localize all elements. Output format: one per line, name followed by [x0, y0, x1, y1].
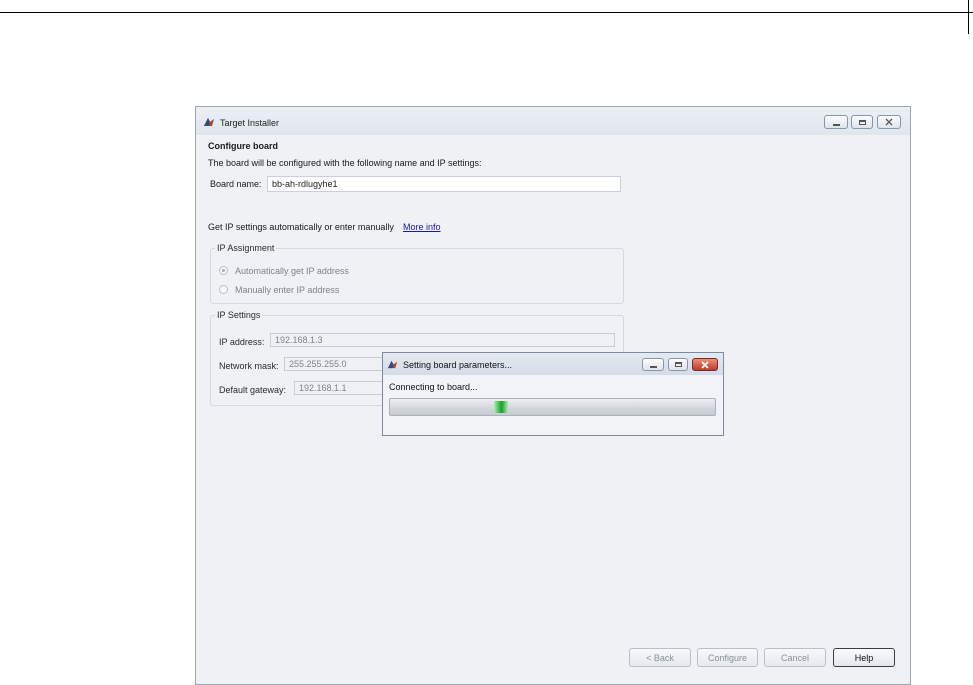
progress-bar: [389, 398, 716, 416]
close-icon: [701, 360, 709, 369]
dialog-maximize-button[interactable]: [668, 358, 688, 371]
auto-ip-label: Automatically get IP address: [235, 266, 349, 276]
more-info-link[interactable]: More info: [403, 222, 441, 232]
ip-settings-prompt: Get IP settings automatically or enter m…: [208, 222, 394, 232]
dialog-body: Connecting to board...: [383, 375, 723, 435]
matlab-logo-icon: [204, 118, 214, 126]
ip-address-label: IP address:: [219, 337, 265, 347]
page-description: The board will be configured with the fo…: [208, 158, 482, 168]
dialog-title: Setting board parameters...: [403, 360, 513, 370]
board-name-label: Board name:: [210, 179, 262, 189]
dialog-titlebar[interactable]: Setting board parameters...: [383, 353, 723, 375]
maximize-icon: [858, 119, 866, 125]
progress-marquee-chunk: [494, 401, 508, 413]
help-button[interactable]: Help: [833, 648, 895, 667]
manual-ip-label: Manually enter IP address: [235, 285, 340, 295]
close-icon: [885, 118, 893, 126]
window-title: Target Installer: [220, 118, 280, 128]
setting-board-parameters-dialog: Setting board parameters... Connecting t…: [382, 352, 724, 436]
auto-ip-radio[interactable]: [219, 266, 228, 275]
default-gateway-label: Default gateway:: [219, 385, 287, 395]
maximize-button[interactable]: [851, 115, 873, 129]
connecting-message: Connecting to board...: [389, 382, 478, 392]
window-titlebar[interactable]: Target Installer: [196, 107, 910, 135]
cancel-button[interactable]: Cancel: [764, 648, 826, 667]
page-heading: Configure board: [208, 141, 278, 151]
dialog-close-button[interactable]: [692, 358, 718, 371]
manual-ip-radio[interactable]: [219, 285, 228, 294]
ip-assignment-group: IP Assignment Automatically get IP addre…: [210, 243, 624, 304]
ip-settings-title: IP Settings: [215, 310, 263, 320]
page-header-rule: [0, 0, 973, 13]
minimize-icon: [649, 366, 657, 368]
maximize-icon: [674, 362, 682, 367]
minimize-button[interactable]: [824, 115, 848, 129]
ip-assignment-title: IP Assignment: [215, 243, 277, 253]
matlab-logo-icon: [387, 360, 398, 369]
board-name-input[interactable]: [267, 176, 621, 192]
configure-button[interactable]: Configure: [697, 648, 758, 667]
close-button[interactable]: [877, 115, 901, 129]
dialog-minimize-button[interactable]: [642, 358, 664, 371]
ip-address-field[interactable]: 192.168.1.3: [270, 333, 615, 347]
minimize-icon: [832, 123, 840, 126]
back-button[interactable]: < Back: [629, 648, 691, 667]
network-mask-label: Network mask:: [219, 361, 279, 371]
page-corner-mark: [968, 0, 969, 34]
